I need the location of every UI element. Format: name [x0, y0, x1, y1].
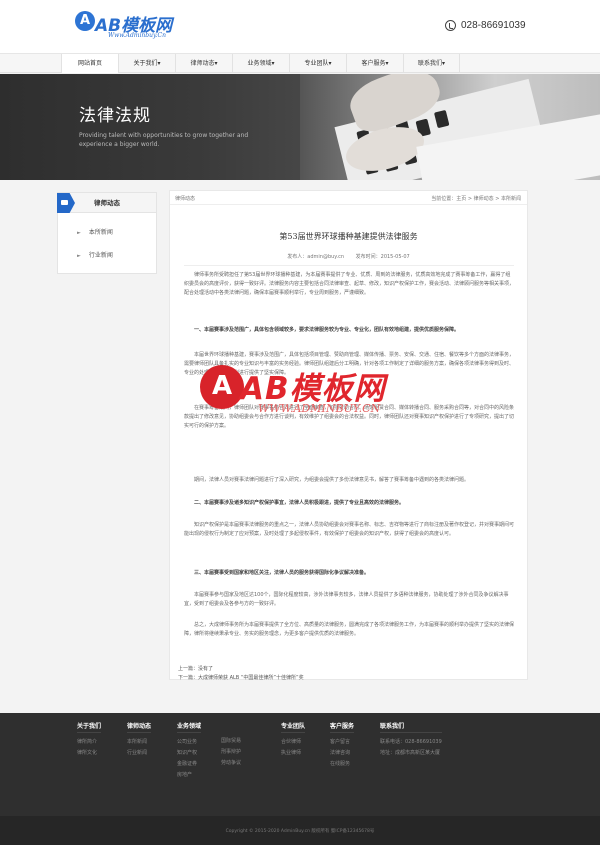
nav-item-team[interactable]: 专业团队▾ — [289, 54, 346, 73]
article-heading: 一、本届赛事涉及范围广，具体包含领域较多，要求法律服务较为专业、专业化，团队有效… — [194, 327, 460, 333]
footer-link[interactable]: 执业律师 — [281, 748, 305, 759]
article-heading: 二、本届赛事涉及诸多知识产权保护事宜，法律人员积极跟进，提供了专业且高效的法律服… — [194, 500, 405, 506]
article-panel: 律师动态 当前位置：主页 > 律师动态 > 本所新闻 第53届世界环球播种基建提… — [169, 190, 528, 681]
phone-icon — [445, 20, 456, 31]
footer-col-business: 业务领域 公司业务 知识产权 金融证券 房地产 — [177, 721, 202, 781]
arrow-right-icon: ► — [77, 253, 81, 259]
footer-col-about: 关于我们 律所简介 律所文化 — [77, 721, 102, 759]
nav-item-business[interactable]: 业务领域▾ — [232, 54, 289, 73]
footer-col-news: 律师动态 本所新闻 行业新闻 — [127, 721, 152, 759]
footer-link[interactable]: 公司业务 — [177, 737, 201, 748]
footer-col-title: 律师动态 — [127, 721, 152, 733]
footer-contact-line: 联系电话：028-86691039 — [380, 739, 442, 745]
footer-link[interactable]: 合伙律师 — [281, 737, 305, 748]
nav-item-service[interactable]: 客户服务▾ — [346, 54, 403, 73]
footer-contact-line: 地址：成都市高新区某大厦 — [380, 750, 441, 756]
footer-col-business-extra: 国际贸易 刑事辩护 劳动争议 — [221, 736, 241, 769]
article-paragraph: 本届赛事参与国家及地区达100个，国际化程度较高，涉外法律事务较多，法律人员提供… — [184, 592, 509, 607]
article-paragraph: 期间，法律人员对赛事法律问题进行了深入研究，为组委会提供了多份法律意见书，解答了… — [194, 477, 470, 483]
logo-subtitle: Www.Adminbuy.Cn — [108, 32, 166, 39]
sidebar: 律师动态 ► 本所新闻 ► 行业新闻 — [57, 192, 157, 274]
article-paragraph: 总之，大成律师事务所为本届赛事提供了全方位、高质量的法律服务，圆满完成了各项法律… — [184, 622, 515, 637]
footer-link[interactable]: 法律咨询 — [330, 748, 354, 759]
prev-article-link[interactable]: 上一篇：没有了 — [178, 665, 213, 672]
article-heading: 三、本届赛事受到国家和地区关注，法律人员的服务获得国际化争议解决准备。 — [194, 570, 370, 576]
watermark-subtitle: WWW.ADMINBUY.CN — [258, 402, 381, 415]
next-article-link[interactable]: 下一篇：大成律师荣获 ALB “中国最佳律所”十佳律所”奖 — [178, 674, 304, 681]
footer-col-team: 专业团队 合伙律师 执业律师 — [281, 721, 306, 759]
nav-item-home[interactable]: 网站首页 — [61, 54, 118, 73]
copyright: Copyright © 2015-2020 AdminBuy.cn 版权所有 蜀… — [225, 829, 375, 834]
footer-link[interactable]: 客户留言 — [330, 737, 354, 748]
site-header: AB模板网 Www.Adminbuy.Cn 028-86691039 — [0, 0, 600, 53]
footer-col-title: 联系我们 — [380, 721, 442, 733]
footer-link[interactable]: 行业新闻 — [127, 748, 151, 759]
banner-subtitle: Providing talent with opportunities to g… — [79, 132, 249, 148]
footer-col-title: 客户服务 — [330, 721, 355, 733]
article-date: 发布时间：2015-05-07 — [355, 254, 410, 260]
nav-item-about[interactable]: 关于我们▾ — [118, 54, 175, 73]
footer-link[interactable]: 房地产 — [177, 770, 201, 781]
folder-icon — [57, 193, 75, 213]
crumb-bar: 律师动态 当前位置：主页 > 律师动态 > 本所新闻 — [170, 191, 527, 205]
footer-col-service: 客户服务 客户留言 法律咨询 在线服务 — [330, 721, 355, 770]
nav-item-contact[interactable]: 联系我们▾ — [403, 54, 460, 73]
arrow-right-icon: ► — [77, 230, 81, 236]
watermark-icon — [200, 365, 244, 409]
page-banner: 法律法规 Providing talent with opportunities… — [0, 74, 600, 180]
phone-number: 028-86691039 — [461, 20, 526, 31]
footer-link[interactable]: 刑事辩护 — [221, 747, 241, 758]
sidebar-item-firm-news[interactable]: ► 本所新闻 — [77, 227, 113, 236]
section-label: 律师动态 — [175, 196, 196, 202]
sidebar-item-label: 行业新闻 — [88, 252, 113, 259]
sidebar-item-label: 本所新闻 — [88, 229, 113, 236]
article-paragraph: 知识产权保护是本届赛事法律服务的重点之一，法律人员协助组委会对赛事名称、标志、吉… — [184, 522, 515, 537]
footer-col-title: 业务领域 — [177, 721, 202, 733]
footer-link[interactable]: 律所简介 — [77, 737, 101, 748]
sidebar-item-industry-news[interactable]: ► 行业新闻 — [77, 250, 113, 259]
main-nav: 网站首页 关于我们▾ 律师动态▾ 业务领域▾ 专业团队▾ 客户服务▾ 联系我们▾ — [0, 53, 600, 73]
footer-link[interactable]: 金融证券 — [177, 759, 201, 770]
site-footer: 关于我们 律所简介 律所文化 律师动态 本所新闻 行业新闻 业务领域 公司业务 … — [0, 713, 600, 845]
logo-icon — [75, 11, 95, 31]
article-meta: 发布人：admin@buy.cn 发布时间：2015-05-07 — [170, 253, 527, 260]
footer-link[interactable]: 在线服务 — [330, 759, 354, 770]
footer-col-title: 专业团队 — [281, 721, 306, 733]
phone-contact: 028-86691039 — [445, 20, 526, 31]
nav-item-news[interactable]: 律师动态▾ — [175, 54, 232, 73]
breadcrumb[interactable]: 当前位置：主页 > 律师动态 > 本所新闻 — [431, 195, 521, 202]
sidebar-title: 律师动态 — [94, 199, 120, 207]
watermark-logo: AB模板网 WWW.ADMINBUY.CN — [200, 360, 440, 420]
footer-bottom: Copyright © 2015-2020 AdminBuy.cn 版权所有 蜀… — [0, 816, 600, 845]
footer-link[interactable]: 劳动争议 — [221, 758, 241, 769]
sidebar-header: 律师动态 — [57, 193, 156, 213]
divider — [184, 265, 514, 266]
article-title: 第53届世界环球播种基建提供法律服务 — [279, 232, 418, 241]
footer-link[interactable]: 知识产权 — [177, 748, 201, 759]
footer-col-contact: 联系我们 联系电话：028-86691039 地址：成都市高新区某大厦 — [380, 721, 442, 759]
footer-col-title: 关于我们 — [77, 721, 102, 733]
footer-link[interactable]: 国际贸易 — [221, 736, 241, 747]
article-author: 发布人：admin@buy.cn — [287, 254, 345, 260]
footer-link[interactable]: 律所文化 — [77, 748, 101, 759]
banner-title: 法律法规 — [79, 106, 151, 126]
footer-link[interactable]: 本所新闻 — [127, 737, 151, 748]
article-paragraph: 律师事务所受聘担任了第53届世界环球播种基建，为本届赛事提供了专业、优质、周到的… — [184, 272, 515, 296]
